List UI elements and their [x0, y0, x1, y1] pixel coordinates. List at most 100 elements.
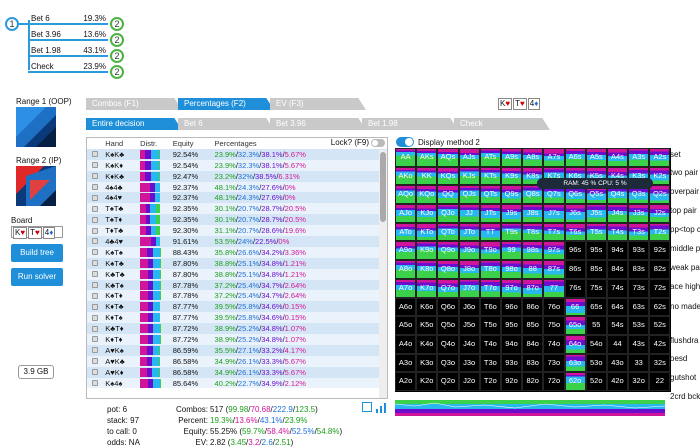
- matrix-cell[interactable]: QQ: [437, 185, 459, 205]
- matrix-cell[interactable]: 63s: [628, 297, 650, 317]
- table-row[interactable]: K♠K♦ 92.54% 23.9%/32.3%/38.1%/5.67%: [87, 159, 387, 171]
- matrix-cell[interactable]: T6s: [564, 222, 586, 242]
- table-row[interactable]: K♠T♦ 87.78% 37.2%/25.4%/34.7%/2.64%: [87, 290, 387, 302]
- category-label[interactable]: overpair: [670, 187, 699, 196]
- tree-child-node[interactable]: 2: [110, 49, 124, 63]
- lock-toggle[interactable]: [371, 139, 385, 147]
- lock-icon[interactable]: [87, 247, 103, 258]
- matrix-cell[interactable]: A7o: [395, 278, 417, 298]
- matrix-cell[interactable]: T4s: [606, 222, 629, 242]
- matrix-cell[interactable]: A5s: [585, 148, 607, 167]
- matrix-cell[interactable]: 72s: [649, 278, 671, 298]
- lock-icon[interactable]: [87, 192, 103, 203]
- col-equity[interactable]: Equity: [171, 138, 213, 149]
- matrix-cell[interactable]: 62s: [649, 297, 671, 317]
- lock-icon[interactable]: [87, 160, 103, 171]
- matrix-cell[interactable]: 92s: [649, 241, 671, 261]
- table-row[interactable]: K♣T♦ 87.72% 38.9%/25.2%/34.8%/1.07%: [87, 323, 387, 335]
- matrix-cell[interactable]: 83o: [522, 353, 544, 373]
- matrix-cell[interactable]: 75s: [585, 278, 607, 298]
- matrix-cell[interactable]: K3o: [416, 353, 438, 373]
- matrix-cell[interactable]: 94s: [606, 241, 629, 261]
- tab-bet-1-98[interactable]: Bet 1.98: [362, 118, 458, 130]
- table-row[interactable]: K♦T♦ 87.72% 38.9%/25.2%/34.8%/1.07%: [87, 334, 387, 345]
- matrix-cell[interactable]: 93s: [628, 241, 650, 261]
- table-row[interactable]: K♦T♠ 87.77% 39.5%/25.8%/34.6%/0.15%: [87, 312, 387, 324]
- matrix-cell[interactable]: JJ: [458, 204, 480, 223]
- matrix-cell[interactable]: 73s: [628, 278, 650, 298]
- table-row[interactable]: A♥K♠ 86.59% 35.5%/27.1%/33.2%/4.17%: [87, 344, 387, 356]
- matrix-cell[interactable]: A2s: [649, 148, 671, 167]
- bar-chart-icon[interactable]: [376, 403, 386, 413]
- category-label[interactable]: no made: [670, 302, 700, 311]
- matrix-cell[interactable]: 92o: [500, 372, 523, 391]
- tab-entire-decision[interactable]: Entire decision: [86, 118, 182, 130]
- matrix-cell[interactable]: T9s: [500, 222, 523, 242]
- lock-icon[interactable]: [87, 203, 103, 214]
- category-label[interactable]: gutshot: [670, 373, 696, 382]
- matrix-cell[interactable]: 44: [606, 334, 629, 354]
- matrix-cell[interactable]: K5o: [416, 316, 438, 335]
- matrix-cell[interactable]: 66: [564, 297, 586, 317]
- matrix-cell[interactable]: 32o: [628, 372, 650, 391]
- matrix-cell[interactable]: QTs: [479, 185, 501, 205]
- matrix-cell[interactable]: 98o: [500, 260, 523, 279]
- matrix-cell[interactable]: KK: [416, 166, 438, 186]
- matrix-cell[interactable]: 52s: [649, 316, 671, 335]
- table-row[interactable]: 4♠4♥ 92.37% 48.1%/24.3%/27.6%/0%: [87, 192, 387, 204]
- table-row[interactable]: K♠T♣ 87.80% 38.8%/25.1%/34.8%/1.21%: [87, 257, 387, 269]
- matrix-cell[interactable]: ATs: [479, 148, 501, 167]
- category-label[interactable]: pp<top c: [670, 225, 700, 234]
- matrix-cell[interactable]: J3s: [628, 204, 650, 223]
- matrix-cell[interactable]: Q3o: [437, 353, 459, 373]
- matrix-cell[interactable]: A7s: [543, 148, 565, 167]
- matrix-cell[interactable]: A4o: [395, 334, 417, 354]
- matrix-cell[interactable]: QJo: [437, 204, 459, 223]
- expand-icon[interactable]: [362, 402, 372, 412]
- matrix-cell[interactable]: 52o: [585, 372, 607, 391]
- lock-icon[interactable]: [87, 214, 103, 225]
- matrix-cell[interactable]: J5s: [585, 204, 607, 223]
- table-row[interactable]: A♥K♦ 86.58% 34.9%/26.1%/33.3%/5.67%: [87, 366, 387, 378]
- matrix-cell[interactable]: 33: [628, 353, 650, 373]
- lock-icon[interactable]: [87, 301, 103, 312]
- category-label[interactable]: set: [670, 150, 681, 159]
- tree-child-node[interactable]: 2: [110, 65, 124, 79]
- table-row[interactable]: K♦K♣ 92.47% 23.2%/32%/38.5%/6.31%: [87, 170, 387, 182]
- matrix-cell[interactable]: T8s: [522, 222, 544, 242]
- category-label[interactable]: middle p: [670, 244, 700, 253]
- matrix-cell[interactable]: AQs: [437, 148, 459, 167]
- tree-branch-label[interactable]: Bet 1.98: [31, 46, 61, 55]
- table-row[interactable]: K♠4♠ 85.64% 40.2%/22.7%/34.9%/2.12%: [87, 377, 387, 389]
- lock-icon[interactable]: [87, 258, 103, 269]
- matrix-cell[interactable]: AKo: [395, 166, 417, 186]
- matrix-cell[interactable]: K4o: [416, 334, 438, 354]
- matrix-cell[interactable]: 22: [649, 372, 671, 391]
- matrix-cell[interactable]: KJs: [458, 166, 480, 186]
- matrix-cell[interactable]: 82s: [649, 260, 671, 279]
- lock-icon[interactable]: [87, 171, 103, 182]
- lock-icon[interactable]: [87, 312, 103, 323]
- matrix-cell[interactable]: KTo: [416, 222, 438, 242]
- lock-icon[interactable]: [87, 323, 103, 334]
- range1-thumbnail[interactable]: [16, 107, 56, 147]
- matrix-cell[interactable]: T3s: [628, 222, 650, 242]
- table-row[interactable]: 4♠4♣ 92.37% 48.1%/24.3%/27.6%/0%: [87, 181, 387, 193]
- tree-branch-label[interactable]: Bet 3.96: [31, 30, 61, 39]
- matrix-cell[interactable]: 77: [543, 278, 565, 298]
- lock-icon[interactable]: [87, 345, 103, 356]
- category-label[interactable]: top pair: [670, 206, 697, 215]
- matrix-cell[interactable]: 84o: [522, 334, 544, 354]
- tab-percentages-f2-[interactable]: Percentages (F2): [178, 98, 274, 110]
- table-row[interactable]: K♠T♠ 88.43% 35.8%/26.6%/34.2%/3.36%: [87, 246, 387, 258]
- matrix-cell[interactable]: 65s: [585, 297, 607, 317]
- matrix-cell[interactable]: Q9s: [500, 185, 523, 205]
- matrix-cell[interactable]: Q6o: [437, 297, 459, 317]
- tab-bet-6[interactable]: Bet 6: [178, 118, 274, 130]
- matrix-cell[interactable]: J6s: [564, 204, 586, 223]
- category-label[interactable]: flushdra: [670, 336, 698, 345]
- matrix-cell[interactable]: Q2s: [649, 185, 671, 205]
- matrix-cell[interactable]: A3s: [628, 148, 650, 167]
- matrix-cell[interactable]: A9s: [500, 148, 523, 167]
- matrix-cell[interactable]: A4s: [606, 148, 629, 167]
